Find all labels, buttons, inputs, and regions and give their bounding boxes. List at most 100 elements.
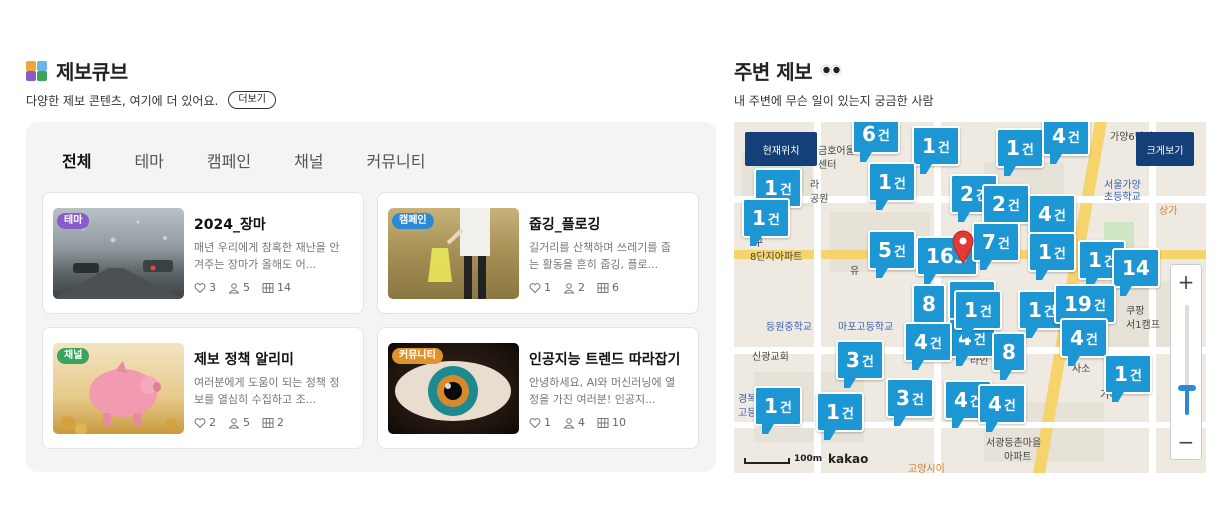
report-count-marker[interactable]: 1건 <box>996 128 1044 176</box>
cube-icon <box>26 59 48 81</box>
report-count-marker[interactable]: 4건 <box>978 384 1026 432</box>
like-count: 1 <box>544 416 551 429</box>
cube-card-ai-trend[interactable]: 커뮤니티 인공지능 트렌드 따라잡기 안녕하세요, AI와 머신러닝에 열정을 … <box>377 327 699 449</box>
report-count-marker[interactable]: 4건 <box>1028 194 1076 242</box>
eyes-icon <box>820 64 842 76</box>
map-label: 아파트 <box>1004 452 1032 463</box>
cube-card-policy[interactable]: 채널 제보 정책 알리미 여러분에게 도움이 되는 정책 정보를 열심히 수집하… <box>42 327 364 449</box>
report-count-marker[interactable]: 4건 <box>1060 318 1108 366</box>
cube-tabs: 전체 테마 캠페인 채널 커뮤니티 <box>62 148 425 172</box>
scale-bar <box>744 458 790 464</box>
heart-icon <box>529 282 541 293</box>
like-count: 3 <box>209 281 216 294</box>
zoom-fill <box>1185 387 1189 415</box>
like-count: 1 <box>544 281 551 294</box>
card-description: 여러분에게 도움이 되는 정책 정보를 열심히 수집하고 조... <box>194 376 340 406</box>
report-count-marker[interactable]: 1건 <box>912 126 960 174</box>
map-label: 등원중학교 <box>766 322 812 333</box>
card-title: 인공지능 트렌드 따라잡기 <box>529 352 681 368</box>
marker-unit: 건 <box>1129 368 1142 384</box>
card-stats: 2 5 2 <box>194 416 284 429</box>
enlarge-map-button[interactable]: 크게보기 <box>1136 132 1194 166</box>
person-icon <box>563 282 575 293</box>
report-count-marker[interactable]: 2건 <box>982 184 1030 232</box>
marker-unit: 건 <box>779 400 792 416</box>
like-count: 2 <box>209 416 216 429</box>
zoom-out-button[interactable]: − <box>1171 427 1201 457</box>
marker-count: 1 <box>1088 248 1102 272</box>
marker-unit: 건 <box>1093 298 1106 314</box>
marker-count: 3 <box>896 386 910 410</box>
more-button[interactable]: 더보기 <box>228 91 276 109</box>
heart-icon <box>194 282 206 293</box>
tab-channel[interactable]: 채널 <box>294 148 323 172</box>
marker-count: 1 <box>1038 240 1052 264</box>
map-label: 공원 <box>810 194 829 205</box>
marker-count: 1 <box>764 176 778 200</box>
tab-community[interactable]: 커뮤니티 <box>367 148 426 172</box>
map-label: 라 <box>810 180 820 191</box>
tab-campaign[interactable]: 캠페인 <box>207 148 251 172</box>
card-stats: 1 2 6 <box>529 281 619 294</box>
member-count: 2 <box>578 281 585 294</box>
report-count-marker[interactable]: 6건 <box>852 122 900 162</box>
card-description: 매년 우리에게 참혹한 재난을 안겨주는 장마가 올해도 어... <box>194 241 340 271</box>
cube-card-plogging[interactable]: 캠페인 줍깅_플로깅 길거리를 산책하며 쓰레기를 줍는 활동을 흔히 줍깅, … <box>377 192 699 314</box>
report-count-marker[interactable]: 1건 <box>868 162 916 210</box>
report-count-marker[interactable]: 1건 <box>754 386 802 434</box>
card-thumbnail-piggy-bank: 채널 <box>53 343 184 434</box>
card-badge: 캠페인 <box>392 213 434 229</box>
report-count-marker[interactable]: 1건 <box>816 392 864 440</box>
zoom-control: + − <box>1170 264 1202 460</box>
marker-unit: 건 <box>1053 208 1066 224</box>
report-count-marker[interactable]: 1건 <box>1028 232 1076 280</box>
nearby-header: 주변 제보 <box>734 56 1206 84</box>
tab-theme[interactable]: 테마 <box>134 148 163 172</box>
report-count-marker[interactable]: 1건 <box>742 198 790 246</box>
marker-unit: 건 <box>1021 142 1034 158</box>
marker-count: 1 <box>1006 136 1020 160</box>
marker-count: 2 <box>960 182 974 206</box>
marker-count: 1 <box>1028 298 1042 322</box>
heart-icon <box>194 417 206 428</box>
report-count-marker[interactable]: 14 <box>1112 248 1160 296</box>
report-count-marker[interactable]: 1건 <box>954 290 1002 338</box>
marker-count: 1 <box>1114 362 1128 386</box>
zoom-handle[interactable] <box>1178 384 1196 391</box>
marker-count: 4 <box>1070 326 1084 350</box>
report-count-marker[interactable]: 4건 <box>904 322 952 370</box>
marker-unit: 건 <box>997 236 1010 252</box>
report-count-marker[interactable]: 8 <box>992 332 1026 380</box>
marker-count: 7 <box>982 230 996 254</box>
map-label: 서광등촌마을 <box>986 438 1042 449</box>
marker-unit: 건 <box>911 392 924 408</box>
report-count-marker[interactable]: 1건 <box>1104 354 1152 402</box>
tab-all[interactable]: 전체 <box>62 148 91 172</box>
current-location-button[interactable]: 현재위치 <box>745 132 817 166</box>
marker-count: 4 <box>988 392 1002 416</box>
report-count-marker[interactable]: 4건 <box>1042 122 1090 164</box>
report-count-marker[interactable]: 3건 <box>836 340 884 388</box>
report-count-marker[interactable]: 5건 <box>868 230 916 278</box>
marker-unit: 건 <box>893 176 906 192</box>
map-label: 센터 <box>818 160 837 171</box>
map-label: 유 <box>850 266 860 277</box>
report-count-marker[interactable]: 7건 <box>972 222 1020 270</box>
grid-icon <box>262 417 274 428</box>
marker-count: 2 <box>992 192 1006 216</box>
marker-unit: 건 <box>979 304 992 320</box>
marker-count: 4 <box>914 330 928 354</box>
card-description: 안녕하세요, AI와 머신러닝에 열정을 가진 여러분! 인공지... <box>529 376 676 406</box>
zoom-in-button[interactable]: + <box>1171 267 1201 297</box>
jebo-cube-section: 제보큐브 다양한 제보 콘텐츠, 여기에 더 있어요. 더보기 전체 테마 캠페… <box>26 56 716 472</box>
person-icon <box>228 282 240 293</box>
marker-unit: 건 <box>877 128 890 144</box>
card-thumbnail-eye: 커뮤니티 <box>388 343 519 434</box>
report-count-marker[interactable]: 3건 <box>886 378 934 426</box>
report-count-marker[interactable]: 8 <box>912 284 946 332</box>
nearby-map[interactable]: 가양6단지 금호어울 센터 라 공원 롯데 서울가양 초등학교 상가 구 8단지… <box>734 122 1206 473</box>
location-pin-icon <box>952 230 974 264</box>
cube-card-rain[interactable]: 테마 2024_장마 매년 우리에게 참혹한 재난을 안겨주는 장마가 올해도 … <box>42 192 364 314</box>
grid-icon <box>597 417 609 428</box>
card-badge: 테마 <box>57 213 90 229</box>
